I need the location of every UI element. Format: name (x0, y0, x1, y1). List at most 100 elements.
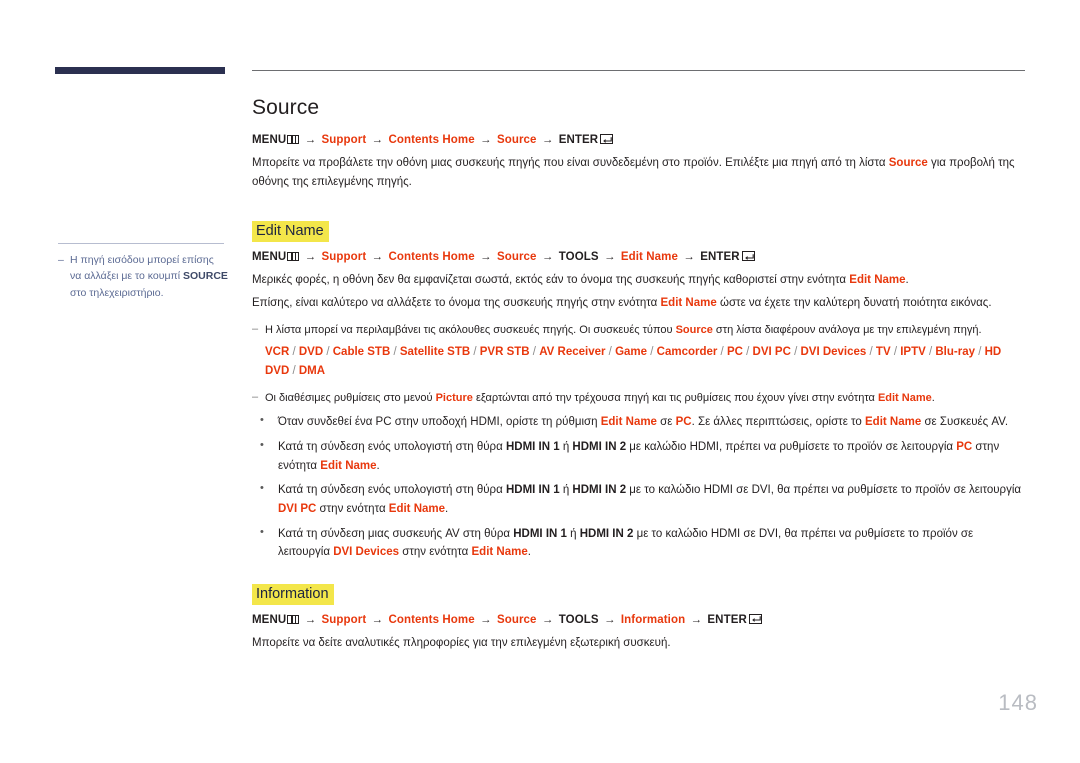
bullet-highlight: Edit Name (388, 502, 446, 515)
menu-icon (287, 614, 300, 624)
path-step-source: Source (496, 613, 537, 626)
device-list-separator: / (289, 346, 299, 359)
edit-name-para-2: Επίσης, είναι καλύτερο να αλλάξετε το όν… (252, 294, 1028, 313)
device-list-separator: / (866, 346, 876, 359)
path-step-support: Support (321, 134, 367, 146)
arrow-icon: → (304, 251, 317, 264)
device-list-separator: / (323, 346, 333, 359)
device-type: VCR (265, 346, 290, 359)
device-type: PVR STB (479, 346, 530, 359)
bullet-text: . (445, 502, 449, 515)
bullet-bold: HDMI IN 1 (505, 441, 560, 453)
arrow-icon: → (480, 251, 492, 264)
bullet-highlight: DVI PC (278, 502, 317, 515)
bullet-highlight: PC (956, 441, 973, 453)
edit-name-bullet-list: Όταν συνδεθεί ένα PC στην υποδοχή HDMI, … (252, 412, 1028, 562)
menu-label: MENU (252, 134, 287, 146)
note2-text-b: εξαρτώνται από την τρέχουσα πηγή και τις… (472, 391, 878, 404)
note2-highlight-edit-name: Edit Name (877, 391, 932, 404)
page-title: Source (252, 96, 320, 119)
source-desc-before: Μπορείτε να προβάλετε την οθόνη μιας συσ… (252, 157, 889, 169)
section-heading-edit-name: Edit Name (252, 221, 329, 243)
bullet-item: Κατά τη σύνδεση μιας συσκευής AV στη θύρ… (252, 523, 1028, 562)
menu-icon (287, 135, 300, 144)
path-step-contents-home: Contents Home (388, 613, 475, 626)
bullet-text: στην ενότητα (316, 502, 389, 515)
note-dash-icon: – (252, 390, 259, 403)
device-type: Game (615, 346, 648, 359)
device-list-separator: / (470, 346, 480, 359)
enter-label: ENTER (700, 251, 740, 264)
note2-text-c: . (931, 391, 935, 404)
device-list-separator: / (289, 364, 299, 377)
device-type: Camcorder (656, 346, 718, 359)
bullet-bold: HDMI IN 1 (505, 484, 560, 497)
main-content: Source MENU → Support → Contents Home → … (252, 96, 1028, 656)
note-dash-icon: – (252, 322, 259, 335)
device-type: AV Receiver (539, 346, 606, 359)
arrow-icon: → (480, 613, 492, 626)
sidebar-note-divider (58, 243, 224, 244)
enter-key-icon (741, 251, 755, 262)
device-type: TV (875, 346, 891, 359)
bullet-highlight: Edit Name (320, 459, 377, 472)
path-step-tools: TOOLS (558, 251, 599, 264)
bullet-text: ή (559, 441, 573, 453)
device-type: Satellite STB (399, 346, 471, 359)
edit-name-para-2-b: ώστε να έχετε την καλύτερη δυνατή ποιότη… (716, 296, 992, 309)
device-list-separator: / (390, 346, 400, 359)
sidebar-note-text-after: στο τηλεχειριστήριο. (70, 286, 164, 299)
arrow-icon: → (683, 251, 695, 264)
bullet-text: ή (566, 527, 580, 540)
device-list-separator: / (529, 346, 540, 359)
device-list-separator: / (647, 346, 657, 359)
note2-text-a: Οι διαθέσιμες ρυθμίσεις στο μενού (265, 391, 436, 404)
path-step-contents-home: Contents Home (388, 251, 475, 264)
edit-name-para-2-highlight: Edit Name (660, 296, 717, 309)
path-step-edit-name: Edit Name (620, 251, 678, 264)
path-step-tools: TOOLS (558, 613, 599, 626)
edit-name-para-1: Μερικές φορές, η οθόνη δεν θα εμφανίζετα… (252, 271, 1028, 290)
edit-name-note-device-list: – Η λίστα μπορεί να περιλαμβάνει τις ακόλ… (252, 322, 1028, 340)
device-list-separator: / (717, 346, 727, 359)
bullet-highlight: PC (675, 416, 692, 429)
note1-text-a: Η λίστα μπορεί να περιλαμβάνει τις ακόλο… (265, 323, 676, 336)
section-heading-information: Information (252, 583, 334, 605)
arrow-icon: → (690, 613, 703, 626)
bullet-item: Κατά τη σύνδεση ενός υπολογιστή στη θύρα… (252, 437, 1028, 475)
bullet-text: ή (559, 484, 573, 497)
arrow-icon: → (371, 251, 384, 264)
bullet-text: . (527, 546, 531, 559)
bullet-text: με το καλώδιο HDMI σε DVI, θα πρέπει να … (626, 484, 1022, 497)
arrow-icon: → (304, 134, 317, 146)
enter-key-icon (748, 613, 762, 624)
arrow-icon: → (541, 251, 554, 264)
bullet-text: Κατά τη σύνδεση ενός υπολογιστή στη θύρα (278, 484, 506, 497)
arrow-icon: → (541, 613, 554, 626)
edit-name-para-1-highlight: Edit Name (849, 274, 906, 287)
edit-name-para-2-a: Επίσης, είναι καλύτερο να αλλάξετε το όν… (252, 296, 661, 309)
menu-icon (287, 252, 300, 262)
bullet-text: Κατά τη σύνδεση μιας συσκευής AV στη θύρ… (278, 527, 514, 540)
note2-highlight-picture: Picture (435, 391, 473, 404)
source-description: Μπορείτε να προβάλετε την οθόνη μιας συσ… (252, 154, 1028, 191)
source-desc-highlight: Source (888, 157, 928, 169)
path-step-support: Support (321, 613, 367, 626)
bullet-text: σε Συσκευές AV. (921, 416, 1009, 429)
bullet-text: σε (656, 416, 676, 429)
path-step-contents-home: Contents Home (388, 134, 475, 146)
device-type: DVD (298, 346, 324, 359)
header-navy-bar (55, 67, 225, 74)
path-step-source: Source (496, 251, 537, 264)
bullet-highlight: DVI Devices (333, 546, 400, 559)
bullet-text: . Σε άλλες περιπτώσεις, ορίστε το (691, 416, 865, 429)
arrow-icon: → (603, 613, 616, 626)
device-type: DVI Devices (800, 346, 867, 359)
source-menu-path: MENU → Support → Contents Home → Source … (252, 134, 1028, 146)
bullet-bold: HDMI IN 1 (513, 527, 567, 540)
device-list-separator: / (890, 346, 901, 359)
device-type: DVI PC (752, 346, 791, 359)
enter-label: ENTER (707, 613, 747, 626)
device-list-separator: / (605, 346, 616, 359)
device-list-separator: / (925, 346, 936, 359)
